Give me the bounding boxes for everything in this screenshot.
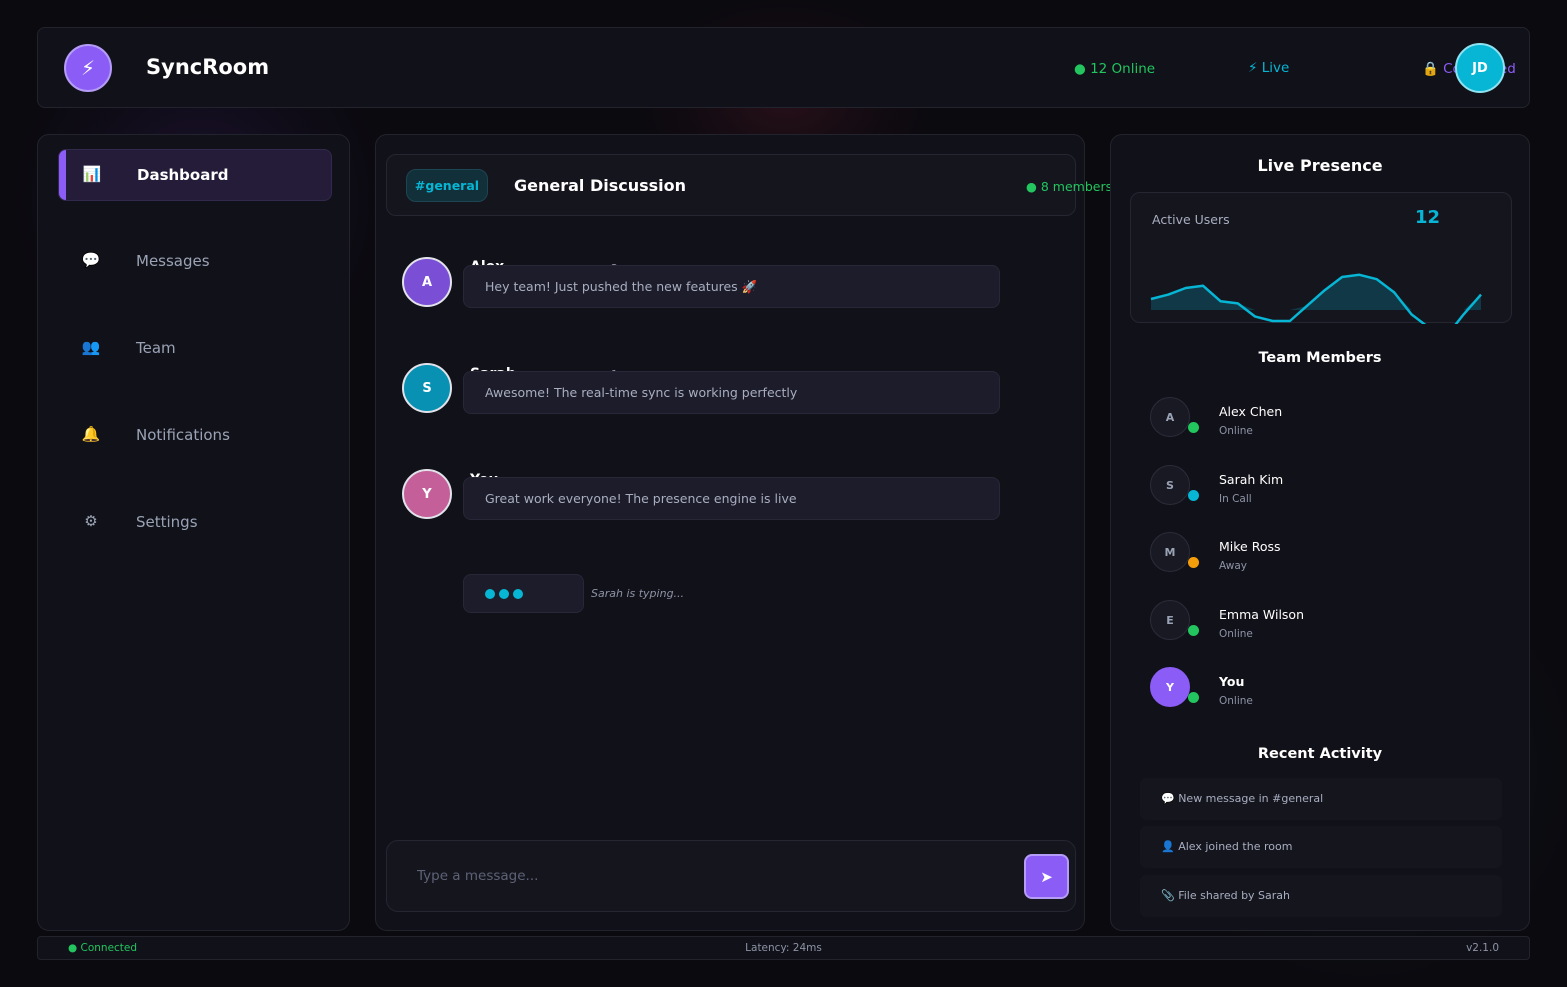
status-dot (1188, 692, 1199, 703)
sidebar-item-label: Dashboard (137, 166, 229, 184)
avatar: M (1150, 532, 1190, 572)
typing-dot (485, 589, 495, 599)
active-users-count: 12 (1415, 207, 1441, 228)
team-member-self[interactable]: Y You Online (1150, 667, 1470, 709)
status-bar: ● Connected Latency: 24ms v2.1.0 (37, 936, 1530, 960)
bolt-logo-icon[interactable]: ⚡ (64, 44, 112, 92)
sidebar: 📊 Dashboard 💬 Messages 👥 Team 🔔 Notifica… (37, 134, 350, 931)
message-text: Hey team! Just pushed the new features 🚀 (485, 279, 758, 294)
message-bubble: Awesome! The real-time sync is working p… (463, 371, 1000, 414)
recent-activity-title: Recent Activity (1257, 746, 1383, 762)
active-users-card: Active Users 12 (1130, 192, 1512, 324)
status-dot (1188, 490, 1199, 501)
sidebar-item-label: Notifications (136, 426, 230, 444)
activity-item[interactable]: 💬 New message in #general (1140, 778, 1502, 820)
sidebar-item-label: Team (136, 339, 176, 357)
avatar: E (1150, 600, 1190, 640)
avatar: Y (1150, 667, 1190, 707)
online-count-status: ● 12 Online (1074, 61, 1156, 77)
avatar[interactable]: S (402, 363, 452, 413)
member-status: Online (1219, 695, 1253, 707)
channel-title: General Discussion (514, 176, 687, 195)
member-name: Alex Chen (1219, 404, 1283, 419)
live-status: ⚡ Live (1248, 60, 1290, 76)
team-member[interactable]: A Alex Chen Online (1150, 397, 1470, 439)
status-dot (1188, 625, 1199, 636)
avatar[interactable]: A (402, 257, 452, 307)
send-icon: ➤ (1040, 867, 1053, 886)
member-name: You (1219, 674, 1245, 689)
status-dot (1188, 557, 1199, 568)
member-status: Away (1219, 560, 1247, 572)
team-icon: 👥 (81, 338, 101, 356)
member-status: In Call (1219, 493, 1252, 505)
chat-panel: #general General Discussion ● 8 members … (375, 134, 1154, 931)
activity-text: 📎 File shared by Sarah (1161, 889, 1291, 902)
member-name: Mike Ross (1219, 539, 1281, 554)
activity-text: 👤 Alex joined the room (1161, 840, 1293, 853)
sidebar-item-dashboard[interactable]: 📊 Dashboard (58, 149, 332, 201)
member-name: Emma Wilson (1219, 607, 1304, 622)
sidebar-item-team[interactable]: 👥 Team (58, 323, 332, 375)
sidebar-item-notifications[interactable]: 🔔 Notifications (58, 410, 332, 462)
sidebar-item-label: Settings (136, 513, 198, 531)
user-avatar[interactable]: JD (1455, 43, 1505, 93)
app-header: ⚡ SyncRoom ● 12 Online ⚡ Live 🔒 Connecte… (37, 27, 1530, 108)
activity-item[interactable]: 👤 Alex joined the room (1140, 826, 1502, 868)
member-name: Sarah Kim (1219, 472, 1284, 487)
typing-dot (513, 589, 523, 599)
typing-indicator (463, 574, 584, 613)
sidebar-item-settings[interactable]: ⚙ Settings (58, 497, 332, 549)
active-users-label: Active Users (1152, 212, 1230, 227)
activity-text: 💬 New message in #general (1161, 792, 1324, 805)
dashboard-icon: 📊 (82, 165, 102, 183)
message-composer: ➤ (386, 840, 1076, 912)
member-status: Online (1219, 425, 1253, 437)
team-member[interactable]: S Sarah Kim In Call (1150, 465, 1470, 507)
team-member[interactable]: M Mike Ross Away (1150, 532, 1470, 574)
gear-icon: ⚙ (84, 512, 98, 530)
channel-header: #general General Discussion ● 8 members … (386, 154, 1154, 216)
activity-item[interactable]: 📎 File shared by Sarah (1140, 875, 1502, 917)
status-dot (1188, 422, 1199, 433)
channel-tag[interactable]: #general (406, 169, 488, 202)
message-text: Awesome! The real-time sync is working p… (485, 385, 798, 400)
member-status: Online (1219, 628, 1253, 640)
message-bubble: Great work everyone! The presence engine… (463, 477, 1000, 520)
message-text: Great work everyone! The presence engine… (485, 491, 797, 506)
typing-text: Sarah is typing... (591, 587, 685, 600)
message-input[interactable] (401, 855, 1001, 897)
avatar: S (1150, 465, 1190, 505)
presence-panel: Live Presence Active Users 12 Team Membe… (1110, 134, 1530, 931)
sidebar-item-messages[interactable]: 💬 Messages (58, 236, 332, 288)
live-presence-title: Live Presence (1257, 156, 1383, 175)
sparkline-area (1151, 274, 1481, 310)
version-label: v2.1.0 (1466, 942, 1499, 954)
latency-readout: Latency: 24ms (745, 942, 822, 954)
team-members-title: Team Members (1258, 350, 1382, 366)
send-button[interactable]: ➤ (1024, 854, 1069, 899)
typing-dot (499, 589, 509, 599)
message-bubble: Hey team! Just pushed the new features 🚀 (463, 265, 1000, 308)
avatar: A (1150, 397, 1190, 437)
bell-icon: 🔔 (81, 425, 101, 443)
team-member[interactable]: E Emma Wilson Online (1150, 600, 1470, 642)
messages-icon: 💬 (81, 251, 101, 269)
avatar[interactable]: Y (402, 469, 452, 519)
app-title: SyncRoom (146, 55, 270, 79)
sidebar-item-label: Messages (136, 252, 210, 270)
